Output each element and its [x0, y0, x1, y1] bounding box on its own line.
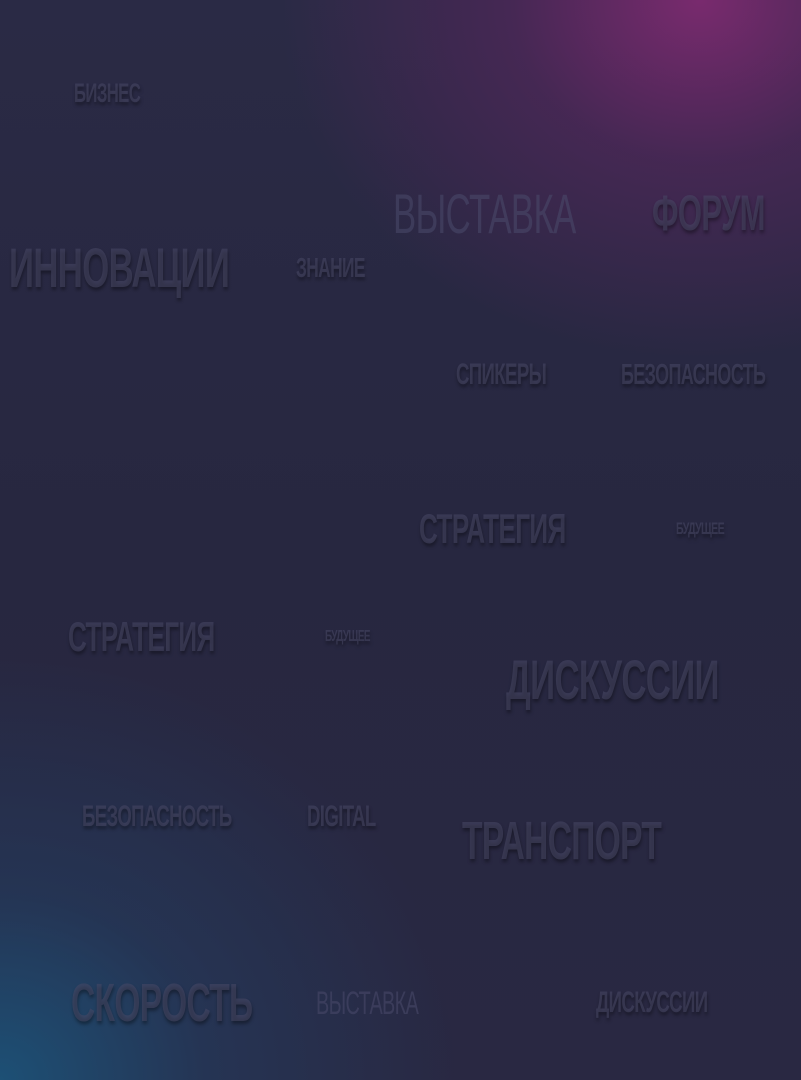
word-transport: ТРАНСПОРТ	[462, 811, 662, 871]
word-bezopasnost-top: БЕЗОПАСНОСТЬ	[621, 359, 766, 391]
word-vystavka-top: ВЫСТАВКА	[393, 182, 576, 245]
word-vystavka-bottom: ВЫСТАВКА	[316, 985, 419, 1021]
word-biznes: БИЗНЕС	[74, 78, 141, 108]
word-budushchee-left: БУДУЩЕЕ	[325, 628, 371, 645]
word-forum: ФОРУМ	[652, 185, 765, 241]
word-strategiya-right: СТРАТЕГИЯ	[419, 505, 566, 552]
word-znanie: ЗНАНИЕ	[296, 252, 365, 283]
word-strategiya-left: СТРАТЕГИЯ	[68, 613, 215, 660]
word-spikery: СПИКЕРЫ	[456, 358, 547, 391]
gradient-background	[0, 0, 801, 1080]
word-diskussii-bottom: ДИСКУССИИ	[596, 986, 708, 1019]
word-bezopasnost-bottom: БЕЗОПАСНОСТЬ	[82, 800, 232, 833]
word-digital: DIGITAL	[307, 800, 376, 833]
word-innovatsii: ИННОВАЦИИ	[9, 236, 230, 299]
word-diskussii-mid: ДИСКУССИИ	[506, 648, 720, 711]
word-skorost: СКОРОСТЬ	[71, 973, 253, 1033]
word-budushchee-right: БУДУЩЕЕ	[676, 519, 725, 538]
